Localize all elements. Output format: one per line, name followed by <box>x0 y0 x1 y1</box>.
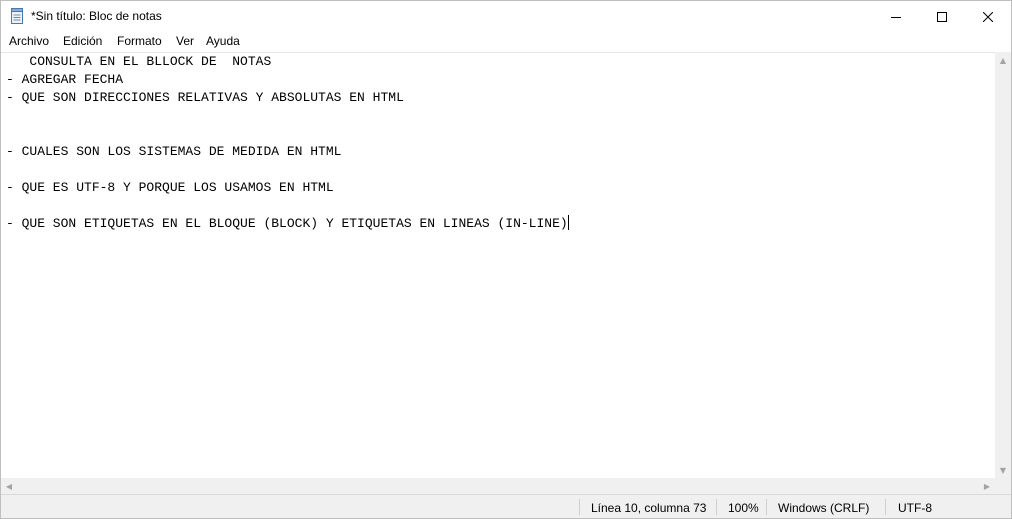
maximize-button[interactable] <box>919 1 965 32</box>
horizontal-scrollbar[interactable]: ◀ ▶ <box>1 478 995 494</box>
minimize-button[interactable] <box>873 1 919 32</box>
editor-content: CONSULTA EN EL BLLOCK DE NOTAS - AGREGAR… <box>6 54 568 231</box>
menu-edicion[interactable]: Edición <box>63 34 102 48</box>
scroll-up-icon[interactable]: ▲ <box>995 52 1011 68</box>
cursor-position: Línea 10, columna 73 <box>591 501 707 515</box>
editor-text[interactable]: CONSULTA EN EL BLLOCK DE NOTAS - AGREGAR… <box>6 53 569 233</box>
text-editor[interactable]: CONSULTA EN EL BLLOCK DE NOTAS - AGREGAR… <box>1 52 995 479</box>
title-bar[interactable]: *Sin título: Bloc de notas <box>1 1 1011 32</box>
minimize-icon <box>891 16 901 18</box>
status-divider <box>766 499 767 515</box>
close-icon <box>983 11 993 22</box>
status-divider <box>885 499 886 515</box>
encoding: UTF-8 <box>898 501 932 515</box>
notepad-icon <box>10 8 24 24</box>
scroll-down-icon[interactable]: ▼ <box>995 462 1011 478</box>
scroll-right-icon[interactable]: ▶ <box>979 478 995 494</box>
maximize-icon <box>937 11 947 22</box>
menu-archivo[interactable]: Archivo <box>9 34 49 48</box>
menu-formato[interactable]: Formato <box>117 34 162 48</box>
vertical-scrollbar[interactable]: ▲ ▼ <box>995 52 1011 478</box>
scrollbar-corner <box>995 478 1011 494</box>
status-bar: Línea 10, columna 73 100% Windows (CRLF)… <box>1 494 1011 518</box>
close-button[interactable] <box>965 1 1011 32</box>
status-divider <box>579 499 580 515</box>
line-ending: Windows (CRLF) <box>778 501 870 515</box>
menu-ayuda[interactable]: Ayuda <box>206 34 240 48</box>
text-caret <box>567 215 569 230</box>
scroll-left-icon[interactable]: ◀ <box>1 478 17 494</box>
zoom-level: 100% <box>728 501 759 515</box>
status-divider <box>716 499 717 515</box>
window-title: *Sin título: Bloc de notas <box>31 9 162 23</box>
notepad-window: *Sin título: Bloc de notas Archivo Edici… <box>0 0 1012 519</box>
menu-ver[interactable]: Ver <box>176 34 194 48</box>
menu-bar: Archivo Edición Formato Ver Ayuda <box>1 32 1011 52</box>
